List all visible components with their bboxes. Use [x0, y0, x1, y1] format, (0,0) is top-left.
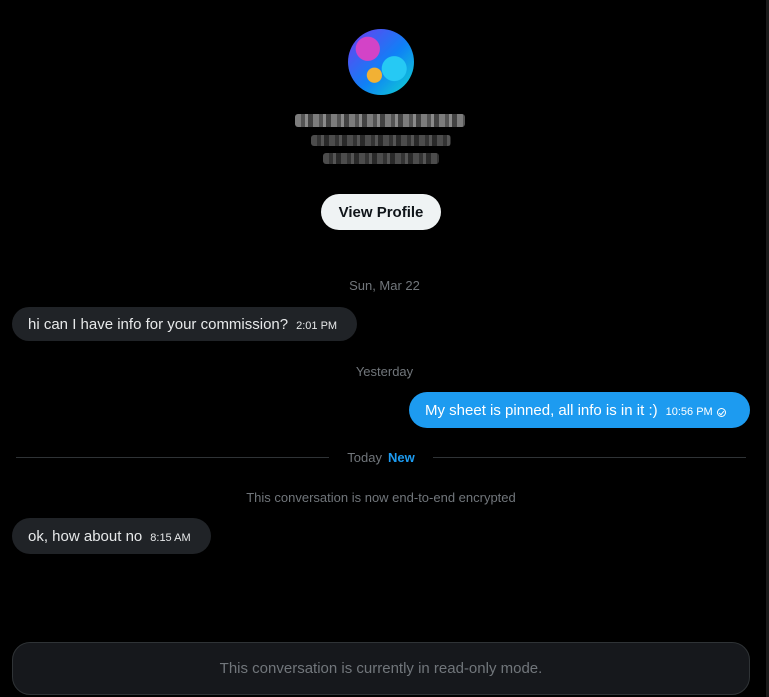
message-text: ok, how about no	[28, 527, 143, 545]
today-label: Today	[347, 450, 382, 465]
profile-info-redacted	[323, 153, 439, 164]
readonly-notice-bar: This conversation is currently in read-o…	[12, 642, 750, 695]
message-timestamp: 2:01 PM	[296, 320, 338, 332]
view-profile-button[interactable]: View Profile	[321, 194, 441, 230]
today-separator: Today New	[329, 450, 433, 465]
message-bubble-outgoing[interactable]: My sheet is pinned, all info is in it :)…	[409, 392, 750, 428]
date-separator: Sun, Mar 22	[349, 278, 420, 293]
dm-conversation-view: View Profile Sun, Mar 22 hi can I have i…	[0, 0, 769, 697]
avatar[interactable]	[348, 29, 414, 95]
divider	[16, 457, 329, 458]
date-separator: Yesterday	[355, 364, 414, 379]
message-text: hi can I have info for your commission?	[28, 315, 289, 333]
profile-handle-redacted	[311, 135, 451, 146]
profile-name-redacted	[295, 114, 465, 127]
sent-check-icon	[716, 407, 726, 417]
message-bubble-incoming[interactable]: ok, how about no 8:15 AM	[12, 518, 211, 554]
message-timestamp: 8:15 AM	[150, 532, 191, 544]
message-timestamp: 10:56 PM	[665, 406, 713, 418]
encryption-notice: This conversation is now end-to-end encr…	[246, 490, 516, 505]
readonly-text: This conversation is currently in read-o…	[219, 660, 543, 677]
message-text: My sheet is pinned, all info is in it :)	[425, 401, 658, 419]
divider	[433, 457, 746, 458]
new-badge: New	[387, 450, 415, 465]
message-bubble-incoming[interactable]: hi can I have info for your commission? …	[12, 307, 357, 341]
